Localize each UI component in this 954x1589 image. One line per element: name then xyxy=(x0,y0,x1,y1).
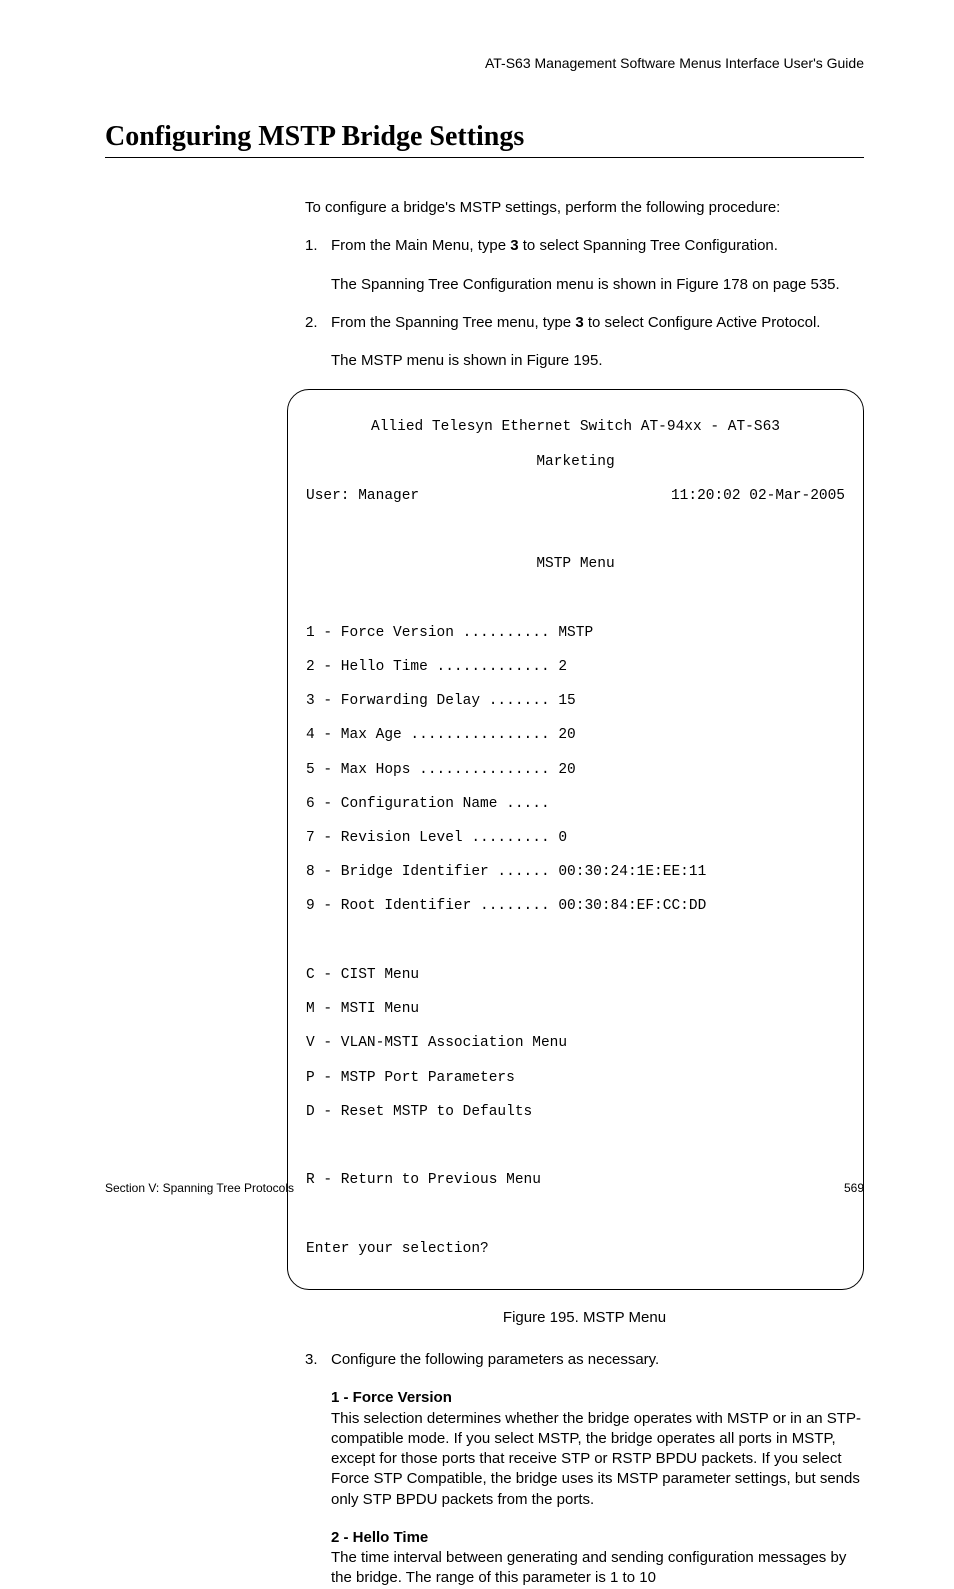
terminal-title-1: Allied Telesyn Ethernet Switch AT-94xx -… xyxy=(306,419,845,436)
param-1-body: This selection determines whether the br… xyxy=(331,1409,864,1510)
running-header: AT-S63 Management Software Menus Interfa… xyxy=(105,55,864,71)
step-2-text: From the Spanning Tree menu, type 3 to s… xyxy=(331,313,864,333)
terminal-title-2: Marketing xyxy=(306,454,845,471)
body-content: To configure a bridge's MSTP settings, p… xyxy=(305,198,864,1589)
param-2: 2 - Hello Time The time interval between… xyxy=(331,1528,864,1589)
terminal-line-4: 4 - Max Age ................ 20 xyxy=(306,727,845,744)
step-3-text: Configure the following parameters as ne… xyxy=(331,1350,864,1370)
intro-paragraph: To configure a bridge's MSTP settings, p… xyxy=(305,198,864,218)
terminal-line-7: 7 - Revision Level ......... 0 xyxy=(306,830,845,847)
terminal-blank xyxy=(306,933,845,950)
terminal-line-v: V - VLAN-MSTI Association Menu xyxy=(306,1035,845,1052)
param-2-body: The time interval between generating and… xyxy=(331,1548,864,1589)
terminal-prompt: Enter your selection? xyxy=(306,1241,845,1258)
terminal-line-9: 9 - Root Identifier ........ 00:30:84:EF… xyxy=(306,898,845,915)
step-1-text: From the Main Menu, type 3 to select Spa… xyxy=(331,236,864,256)
page-footer: Section V: Spanning Tree Protocols 569 xyxy=(105,1181,864,1195)
terminal-screenshot: Allied Telesyn Ethernet Switch AT-94xx -… xyxy=(287,389,864,1290)
param-2-title: 2 - Hello Time xyxy=(331,1528,864,1548)
step-2-number: 2. xyxy=(305,313,331,372)
step-1-number: 1. xyxy=(305,236,331,295)
terminal-user: User: Manager xyxy=(306,488,419,505)
step-2-note: The MSTP menu is shown in Figure 195. xyxy=(331,351,864,371)
terminal-blank xyxy=(306,590,845,607)
step-1: 1. From the Main Menu, type 3 to select … xyxy=(305,236,864,295)
step-2: 2. From the Spanning Tree menu, type 3 t… xyxy=(305,313,864,372)
terminal-user-row: User: Manager 11:20:02 02-Mar-2005 xyxy=(306,488,845,505)
terminal-line-6: 6 - Configuration Name ..... xyxy=(306,796,845,813)
page: AT-S63 Management Software Menus Interfa… xyxy=(0,0,954,1235)
terminal-line-3: 3 - Forwarding Delay ....... 15 xyxy=(306,693,845,710)
terminal-line-5: 5 - Max Hops ............... 20 xyxy=(306,762,845,779)
terminal-blank xyxy=(306,1138,845,1155)
terminal-datetime: 11:20:02 02-Mar-2005 xyxy=(671,488,845,505)
terminal-line-c: C - CIST Menu xyxy=(306,967,845,984)
step-3: 3. Configure the following parameters as… xyxy=(305,1350,864,1370)
terminal-blank xyxy=(306,1206,845,1223)
terminal-blank xyxy=(306,522,845,539)
step-3-number: 3. xyxy=(305,1350,331,1370)
terminal-line-2: 2 - Hello Time ............. 2 xyxy=(306,659,845,676)
param-1: 1 - Force Version This selection determi… xyxy=(331,1388,864,1510)
terminal-line-d: D - Reset MSTP to Defaults xyxy=(306,1104,845,1121)
step-1-note: The Spanning Tree Configuration menu is … xyxy=(331,275,864,295)
terminal-line-m: M - MSTI Menu xyxy=(306,1001,845,1018)
section-heading: Configuring MSTP Bridge Settings xyxy=(105,121,864,158)
terminal-line-8: 8 - Bridge Identifier ...... 00:30:24:1E… xyxy=(306,864,845,881)
terminal-line-p: P - MSTP Port Parameters xyxy=(306,1070,845,1087)
param-1-title: 1 - Force Version xyxy=(331,1388,864,1408)
figure-caption: Figure 195. MSTP Menu xyxy=(305,1308,864,1328)
footer-section: Section V: Spanning Tree Protocols xyxy=(105,1181,294,1195)
terminal-line-1: 1 - Force Version .......... MSTP xyxy=(306,625,845,642)
terminal-menu-title: MSTP Menu xyxy=(306,556,845,573)
footer-page-number: 569 xyxy=(844,1181,864,1195)
